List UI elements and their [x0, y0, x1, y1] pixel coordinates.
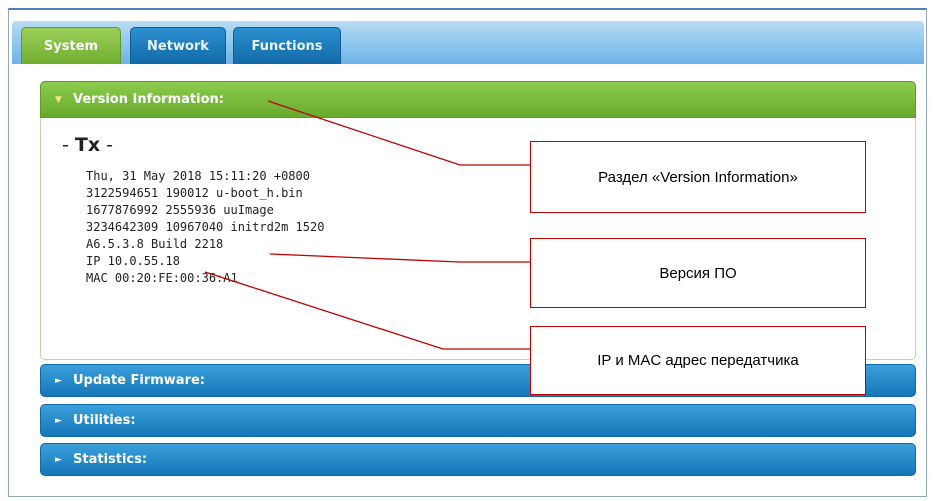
version-information-title: Version Information: [73, 92, 224, 107]
triangle-right-icon: ► [55, 375, 62, 386]
tx-heading: - Tx - [62, 134, 114, 156]
callout-firmware-version: Версия ПО [530, 238, 866, 308]
info-uuimage: 1677876992 2555936 uuImage [86, 203, 274, 217]
info-uboot: 3122594651 190012 u-boot_h.bin [86, 186, 303, 200]
statistics-header[interactable]: ► Statistics: [40, 443, 916, 476]
version-information-header[interactable]: ▼ Version Information: [40, 81, 916, 118]
utilities-title: Utilities: [73, 413, 136, 428]
triangle-down-icon: ▼ [55, 94, 62, 105]
utilities-header[interactable]: ► Utilities: [40, 404, 916, 437]
triangle-right-icon: ► [55, 415, 62, 426]
info-date: Thu, 31 May 2018 15:11:20 +0800 [86, 169, 310, 183]
version-info-text: Thu, 31 May 2018 15:11:20 +0800 31225946… [86, 168, 324, 287]
info-ip: IP 10.0.55.18 [86, 254, 180, 268]
callout-version-section: Раздел «Version Information» [530, 141, 866, 213]
info-initrd: 3234642309 10967040 initrd2m 1520 [86, 220, 325, 234]
callout-ip-mac: IP и MAC адрес передатчика [530, 326, 866, 395]
info-firmware-build: A6.5.3.8 Build 2218 [86, 237, 224, 251]
statistics-title: Statistics: [73, 452, 148, 467]
tab-network[interactable]: Network [130, 27, 226, 64]
triangle-right-icon: ► [55, 454, 62, 465]
tab-system[interactable]: System [21, 27, 121, 64]
update-firmware-title: Update Firmware: [73, 373, 205, 388]
tab-functions[interactable]: Functions [233, 27, 341, 64]
tab-bar: System Network Functions [12, 21, 924, 64]
info-mac: MAC 00:20:FE:00:36:A1 [86, 271, 238, 285]
